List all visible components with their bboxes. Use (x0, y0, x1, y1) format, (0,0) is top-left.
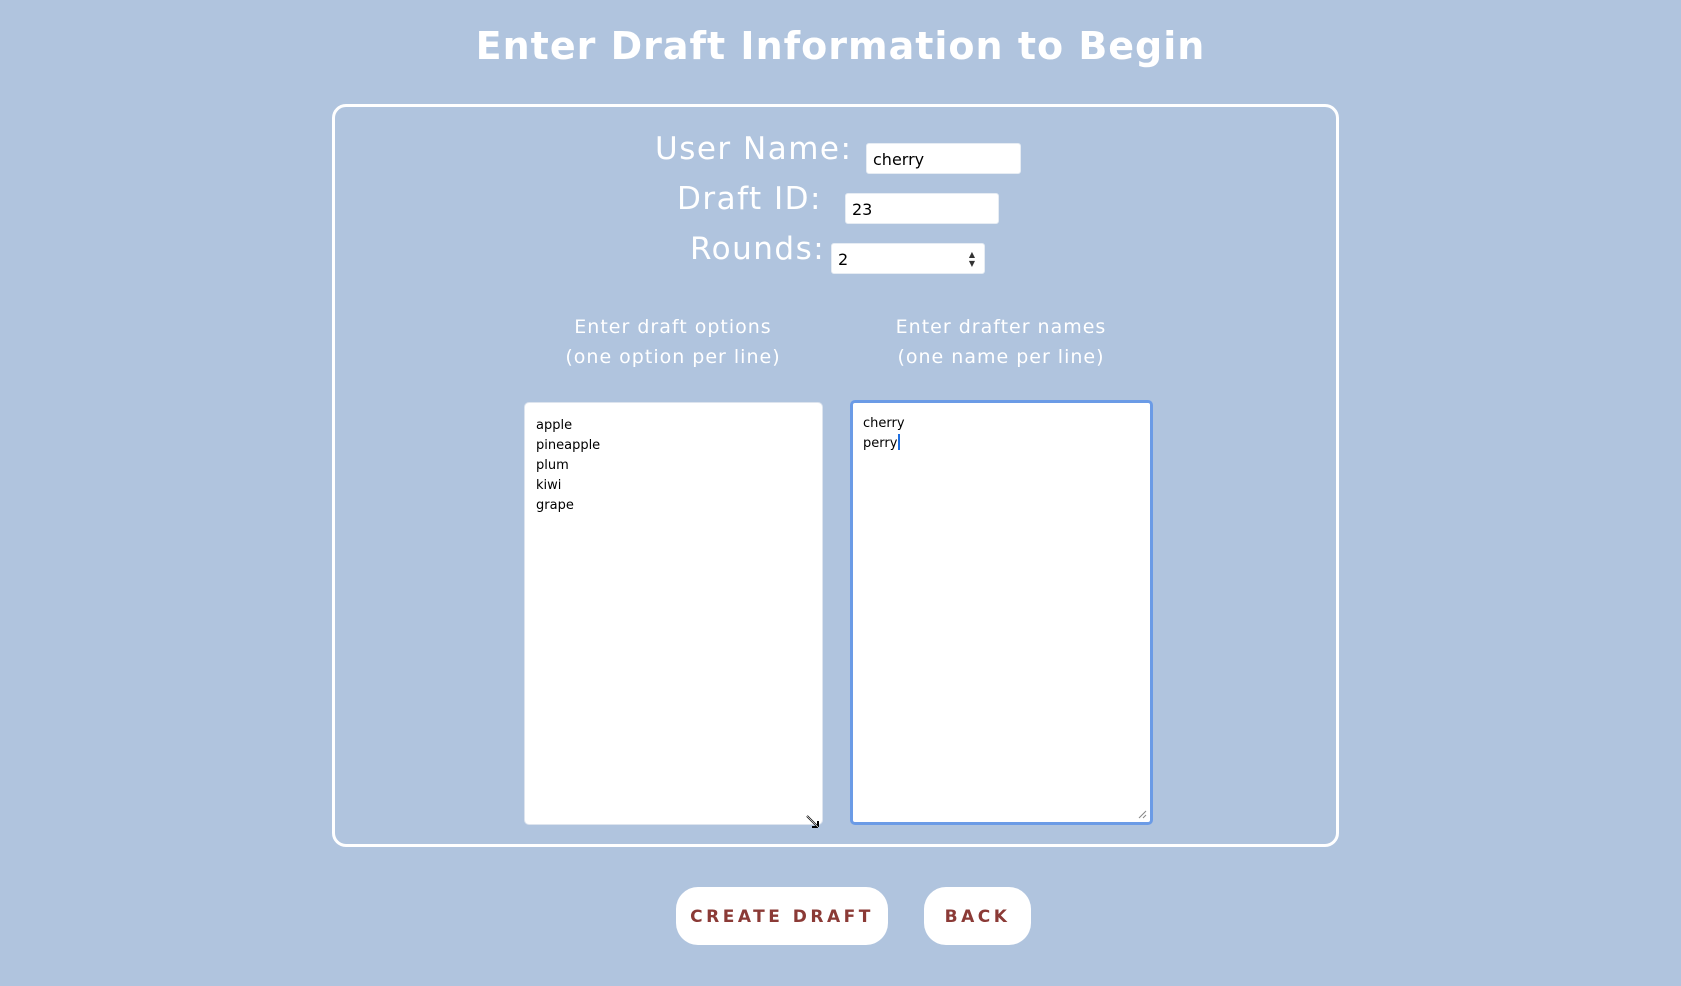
back-button[interactable]: BACK (924, 887, 1031, 945)
drafter-names-caption: Enter drafter names (one name per line) (851, 312, 1151, 372)
draft-option-line: plum (536, 458, 569, 473)
drafter-names-textarea[interactable]: cherry perry (850, 400, 1153, 825)
draft-option-line: pineapple (536, 438, 601, 453)
draft-id-input[interactable]: 23 (845, 193, 999, 224)
resize-handle-icon[interactable] (1138, 810, 1147, 819)
drafter-name-line: perry (863, 436, 898, 451)
drafter-name-line-wrap: perry (863, 434, 1140, 454)
text-caret (898, 434, 900, 450)
user-name-input[interactable]: cherry (866, 143, 1021, 174)
resize-cursor-icon (806, 815, 819, 828)
draft-options-textarea[interactable]: apple pineapple plum kiwi grape (524, 402, 823, 825)
user-name-label: User Name: (655, 131, 853, 167)
create-draft-button[interactable]: CREATE DRAFT (676, 887, 888, 945)
draft-options-caption-line1: Enter draft options (574, 316, 772, 338)
spinner-up-icon[interactable]: ▲ (969, 250, 975, 259)
draft-option-line: grape (536, 498, 574, 513)
page-title: Enter Draft Information to Begin (475, 24, 1206, 68)
rounds-spinner[interactable]: ▲ ▼ (966, 248, 978, 269)
draft-options-caption: Enter draft options (one option per line… (523, 312, 823, 372)
draft-option-line: kiwi (536, 478, 562, 493)
drafter-name-line: cherry (863, 416, 905, 431)
rounds-number-input[interactable]: 2 ▲ ▼ (831, 243, 985, 274)
draft-option-line: apple (536, 418, 573, 433)
rounds-value: 2 (838, 250, 849, 269)
spinner-down-icon[interactable]: ▼ (969, 259, 975, 268)
draft-id-label: Draft ID: (677, 181, 822, 217)
draft-options-caption-line2: (one option per line) (565, 346, 781, 368)
draft-form-panel (332, 104, 1339, 847)
rounds-label: Rounds: (690, 231, 826, 267)
drafter-names-caption-line1: Enter drafter names (895, 316, 1107, 338)
drafter-names-caption-line2: (one name per line) (897, 346, 1105, 368)
